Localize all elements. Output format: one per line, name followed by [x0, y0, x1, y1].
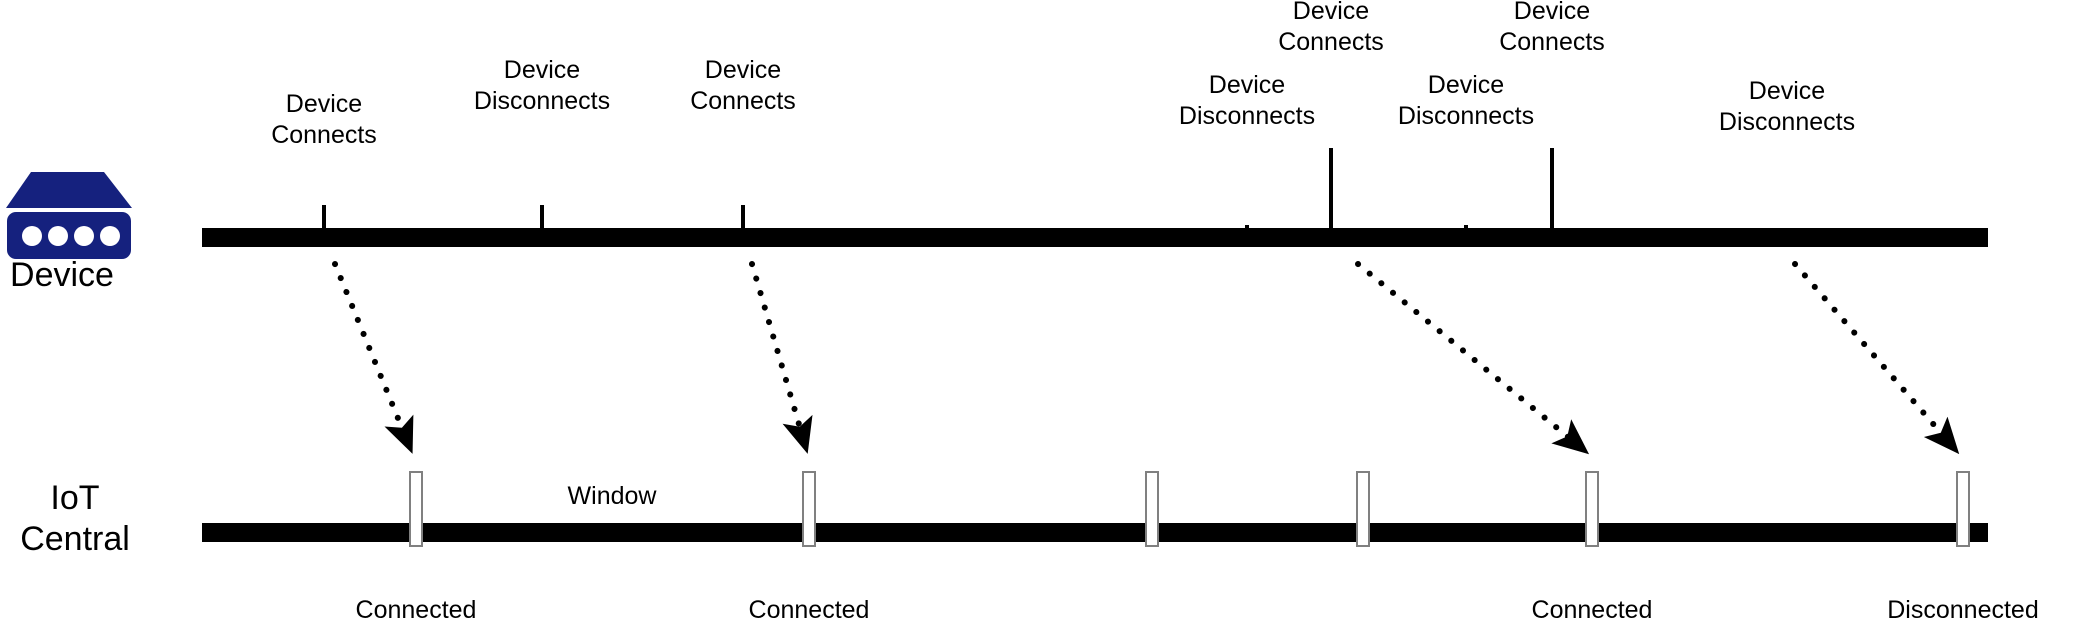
window-label: Window — [567, 482, 657, 510]
central-state-marker — [1956, 471, 1970, 547]
mapping-arrow-3 — [1355, 261, 1590, 455]
central-state-label: Disconnected — [1887, 596, 2039, 624]
central-timeline-track — [202, 523, 1988, 542]
device-event-tick — [1245, 225, 1249, 247]
device-event-tick — [322, 205, 326, 247]
device-event-label-disconnect-2: Device Disconnects — [473, 56, 611, 115]
device-event-tick — [540, 205, 544, 247]
iot-device-icon — [6, 172, 132, 259]
lane-label-iot-central: IoT Central — [20, 479, 130, 558]
device-event-label-connect-5: Device Connects — [1278, 0, 1384, 56]
central-state-marker — [1585, 471, 1599, 547]
device-event-tick — [1464, 225, 1468, 247]
device-event-tick — [1329, 148, 1333, 247]
device-event-label-connect-3: Device Connects — [690, 56, 796, 115]
device-event-tick — [741, 205, 745, 247]
mapping-arrow-2 — [749, 261, 813, 454]
device-event-tick — [1785, 228, 1789, 247]
event-mapping-arrows — [332, 261, 1960, 455]
device-event-label-disconnect-8: Device Disconnects — [1718, 77, 1856, 136]
central-timeline-bar — [202, 523, 1988, 542]
device-event-label-connect-1: Device Connects — [271, 90, 377, 149]
central-state-label: Connected — [355, 596, 477, 624]
central-state-label: Connected — [1531, 596, 1653, 624]
central-state-marker — [409, 471, 423, 547]
device-event-tick — [1550, 148, 1554, 247]
mapping-arrow-4 — [1792, 261, 1960, 455]
device-event-label-disconnect-4: Device Disconnects — [1178, 71, 1316, 130]
device-event-label-connect-7: Device Connects — [1499, 0, 1605, 56]
device-event-label-disconnect-6: Device Disconnects — [1397, 71, 1535, 130]
mapping-arrow-1 — [332, 261, 414, 454]
device-timeline-bar — [202, 228, 1988, 247]
central-state-marker — [1145, 471, 1159, 547]
diagram-canvas: Device IoT Central Window Device Connect… — [0, 0, 2077, 636]
central-state-marker — [1356, 471, 1370, 547]
central-state-marker — [802, 471, 816, 547]
lane-label-device: Device — [10, 256, 114, 294]
device-timeline-track — [202, 228, 1988, 247]
central-state-label: Connected — [748, 596, 870, 624]
